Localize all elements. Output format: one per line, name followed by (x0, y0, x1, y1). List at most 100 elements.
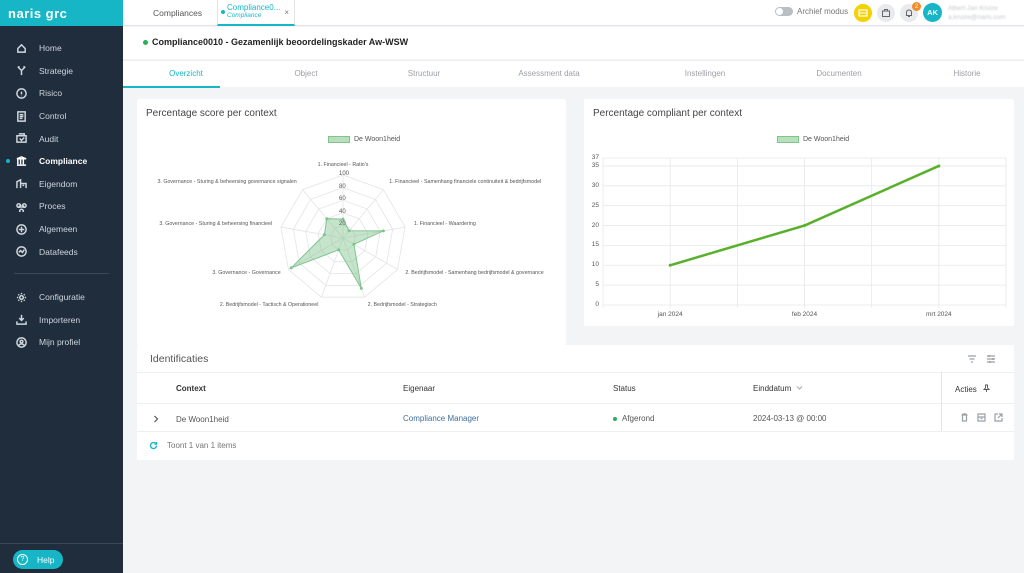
sidebar-item-audit[interactable]: Audit (0, 127, 123, 150)
help-button[interactable]: ? Help (13, 550, 64, 569)
sidebar-item-strategie[interactable]: Strategie (0, 60, 123, 83)
radar-point[interactable] (322, 233, 326, 237)
strategy-icon (15, 65, 27, 77)
radar-axis-label: 1. Financieel - Ratio's (317, 162, 369, 168)
tab-compliances[interactable]: Compliances (153, 8, 202, 18)
line-y-tick-label: 35 (591, 161, 599, 169)
tab-object[interactable]: Object (246, 69, 366, 78)
line-y-tick-label: 20 (591, 221, 599, 229)
table-row[interactable]: De Woon1heid Compliance Manager Afgerond… (137, 404, 1014, 432)
user-info[interactable]: Albert-Jan Kruize a.kruize@naris.com (948, 4, 1006, 22)
radar-chart-card: Percentage score per context De Woon1hei… (137, 99, 566, 345)
home-icon (15, 42, 27, 54)
tab-overzicht[interactable]: Overzicht (126, 69, 246, 78)
sidebar-item-proces[interactable]: Proces (0, 195, 123, 218)
secondary-nav: Configuratie Importeren Mijn profiel (0, 286, 123, 354)
archive-icon[interactable] (977, 413, 986, 422)
line-y-tick-label: 30 (591, 181, 599, 189)
notifications-bell-icon[interactable]: 2 (900, 2, 921, 22)
archief-label: Archief modus (797, 7, 849, 16)
datafeeds-icon (15, 246, 27, 258)
sidebar-item-control[interactable]: Control (0, 105, 123, 128)
sidebar-item-label: Home (39, 43, 62, 54)
radar-axis-label: 3. Governance - Sturing & beheersing fin… (159, 221, 273, 228)
radar-point[interactable] (352, 242, 356, 246)
header-eigenaar[interactable]: Eigenaar (403, 384, 435, 393)
line-y-tick-label: 5 (595, 281, 599, 289)
line-chart-card: Percentage compliant per context De Woon… (584, 99, 1014, 326)
radar-point[interactable] (289, 266, 293, 270)
notification-count-badge: 2 (912, 2, 921, 11)
radar-point[interactable] (341, 217, 345, 221)
sidebar-item-algemeen[interactable]: Algemeen (0, 218, 123, 241)
control-icon (15, 110, 27, 122)
radar-axis-label: 2. Bedrijfsmodel - Strategisch (367, 301, 437, 308)
close-tab-icon[interactable]: × (284, 8, 289, 17)
radar-axis-label: 1. Financieel - Waardering (413, 221, 476, 228)
sidebar-item-configuratie[interactable]: Configuratie (0, 286, 123, 309)
tab-historie[interactable]: Historie (907, 69, 1024, 78)
tab-assessment-data[interactable]: Assessment data (489, 69, 609, 78)
delete-icon[interactable] (960, 413, 969, 422)
toggle-switch[interactable] (775, 7, 793, 16)
sidebar-item-risico[interactable]: Risico (0, 82, 123, 105)
radar-axis-label: 1. Financieel - Samenhang financiele con… (389, 178, 542, 185)
chevron-down-icon (797, 386, 803, 390)
archief-mode-toggle[interactable]: Archief modus (775, 7, 848, 16)
sidebar-item-label: Importeren (39, 314, 81, 325)
main-nav: Home Strategie Risico Control Audit Complianc… (0, 37, 123, 263)
refresh-icon[interactable] (149, 441, 158, 450)
radar-axis-label: 3. Governance - Governance (212, 270, 281, 276)
header-einddatum[interactable]: Einddatum (753, 384, 803, 393)
line-point[interactable] (668, 263, 672, 267)
sidebar-item-label: Risico (39, 88, 63, 99)
avatar[interactable]: AK (923, 3, 942, 22)
line-y-tick-label: 25 (591, 201, 599, 209)
header-status[interactable]: Status (613, 384, 636, 393)
line-x-tick-label: jan 2024 (657, 311, 683, 318)
cell-eigenaar[interactable]: Compliance Manager (403, 414, 479, 423)
line-y-tick-label: 15 (591, 241, 599, 249)
risk-icon (15, 87, 27, 99)
line-point[interactable] (803, 224, 806, 228)
catalog-icon[interactable] (854, 4, 872, 22)
import-icon (15, 314, 27, 326)
pagination-info: Toont 1 van 1 items (167, 441, 237, 450)
filter-icon[interactable] (967, 354, 977, 364)
cell-context: De Woon1heid (176, 415, 229, 424)
radar-point[interactable] (347, 229, 351, 233)
tab-documenten[interactable]: Documenten (779, 69, 899, 78)
column-settings-icon[interactable] (986, 354, 996, 364)
status-label: Afgerond (622, 414, 655, 423)
tab-instellingen[interactable]: Instellingen (645, 69, 765, 78)
sidebar-item-mijn-profiel[interactable]: Mijn profiel (0, 331, 123, 354)
app-logo: naris grc (0, 0, 123, 26)
sidebar-item-datafeeds[interactable]: Datafeeds (0, 240, 123, 263)
identificaties-title: Identificaties (150, 353, 209, 365)
briefcase-icon[interactable] (877, 4, 895, 22)
header-context[interactable]: Context (176, 384, 206, 393)
sidebar-item-importeren[interactable]: Importeren (0, 309, 123, 332)
general-icon (15, 223, 27, 235)
sidebar-item-label: Audit (39, 133, 59, 144)
sidebar-item-eigendom[interactable]: Eigendom (0, 173, 123, 196)
sidebar-item-compliance[interactable]: Compliance (0, 150, 123, 173)
radar-tick-label: 80 (339, 183, 346, 190)
tab-compliance0010[interactable]: Compliance0... Compliance × (217, 0, 295, 26)
active-tab-dot (221, 10, 225, 14)
radar-point[interactable] (325, 217, 329, 221)
tab-structuur[interactable]: Structuur (364, 69, 484, 78)
open-external-icon[interactable] (994, 413, 1003, 422)
radar-point[interactable] (381, 229, 385, 233)
profile-icon (15, 336, 27, 348)
expand-row-icon[interactable] (152, 415, 160, 423)
radar-tick-label: 100 (339, 171, 350, 177)
radar-point[interactable] (359, 286, 363, 290)
radar-tick-label: 20 (339, 221, 346, 228)
radar-axis-label: 3. Governance - Sturing & beheersing gov… (157, 178, 297, 185)
sidebar-item-home[interactable]: Home (0, 37, 123, 60)
radar-point[interactable] (337, 248, 341, 252)
row-actions (960, 413, 1003, 422)
top-bar: Compliances Compliance0... Compliance × … (123, 0, 1024, 26)
line-point[interactable] (937, 164, 941, 168)
